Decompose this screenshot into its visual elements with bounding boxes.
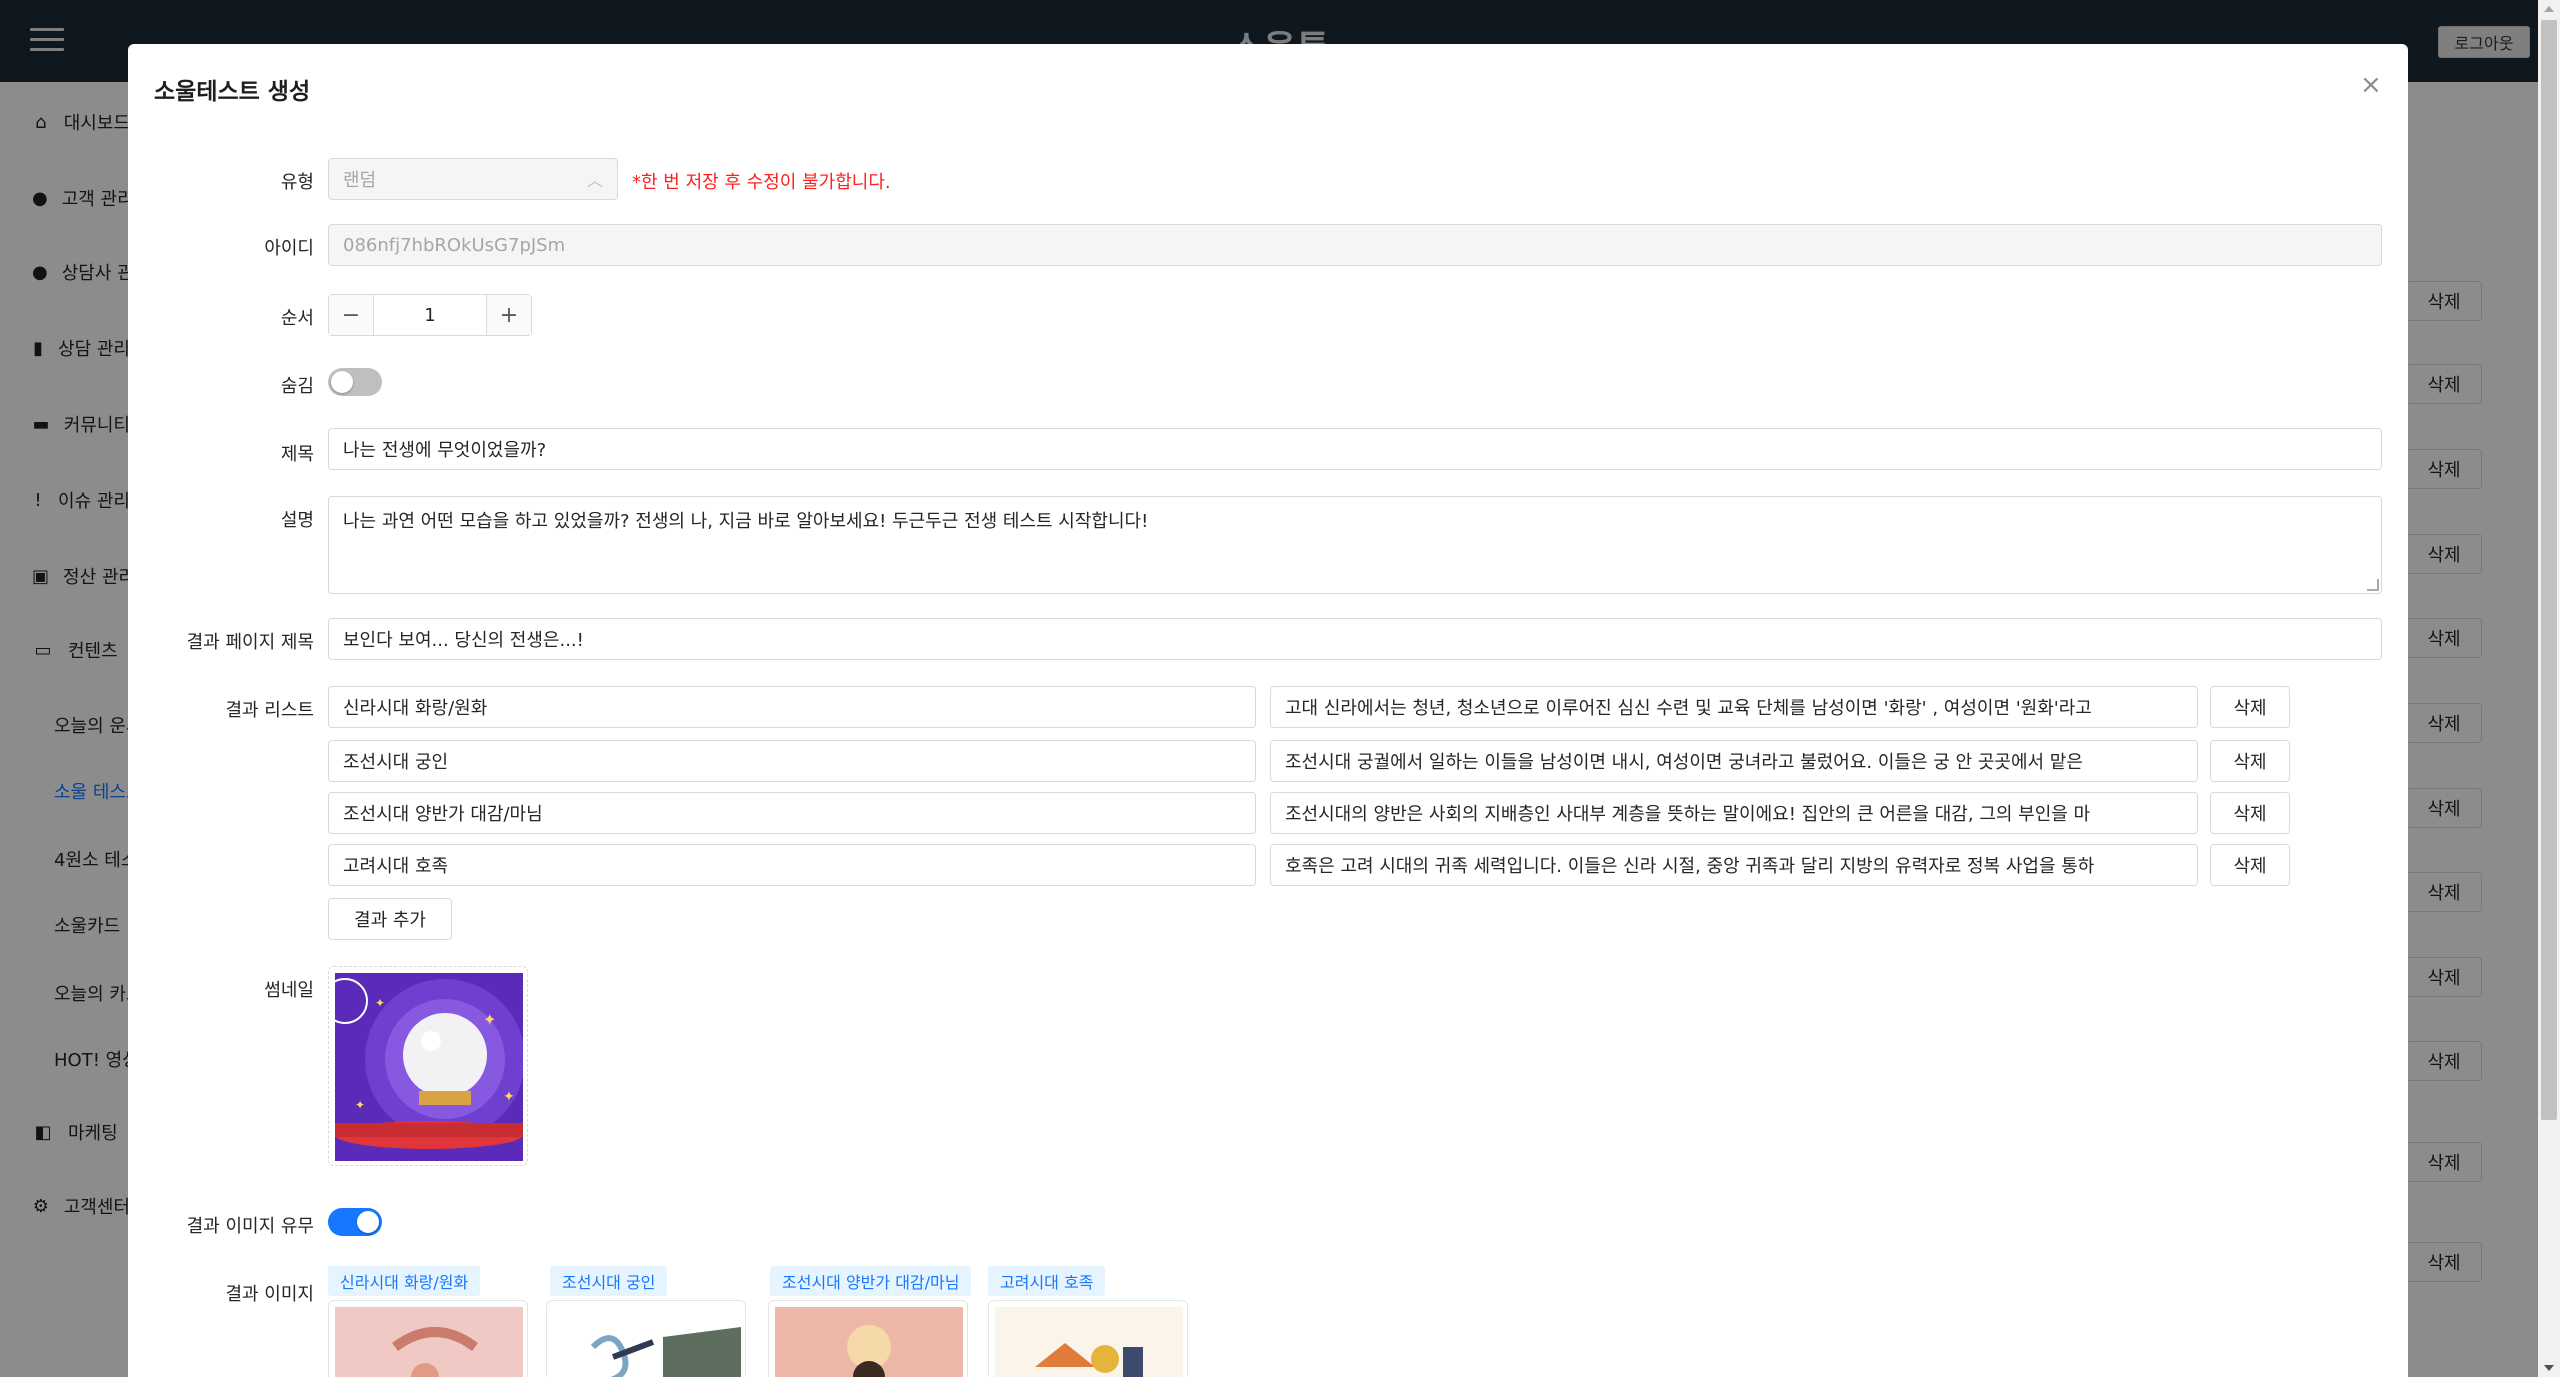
title-label: 제목 — [280, 444, 314, 465]
result-list-label: 결과 리스트 — [225, 700, 314, 721]
result-name-field[interactable]: 조선시대 궁인 — [328, 740, 1256, 782]
result-image-tag: 신라시대 화랑/원화 — [328, 1266, 481, 1296]
result-delete-button[interactable]: 삭제 — [2210, 844, 2290, 886]
result-image-card[interactable] — [988, 1300, 1188, 1377]
scroll-down-icon[interactable] — [2544, 1365, 2554, 1371]
result-name-field[interactable]: 조선시대 양반가 대감/마님 — [328, 792, 1256, 834]
result-desc-field[interactable]: 조선시대 궁궐에서 일하는 이들을 남성이면 내시, 여성이면 궁녀라고 불렀어… — [1270, 740, 2198, 782]
result-images-label: 결과 이미지 — [225, 1284, 314, 1305]
svg-text:✦: ✦ — [503, 1089, 515, 1105]
page-scrollbar[interactable] — [2538, 0, 2560, 1377]
result-image — [995, 1307, 1183, 1377]
close-icon[interactable]: × — [2360, 70, 2382, 100]
result-image — [553, 1307, 741, 1377]
result-delete-button[interactable]: 삭제 — [2210, 686, 2290, 728]
order-value[interactable]: 1 — [373, 295, 487, 335]
result-desc-field[interactable]: 호족은 고려 시대의 귀족 세력입니다. 이들은 신라 시절, 중앙 귀족과 달… — [1270, 844, 2198, 886]
chevron-up-icon: ︿ — [586, 171, 603, 190]
hidden-toggle[interactable] — [328, 368, 382, 396]
minus-icon[interactable]: − — [329, 295, 373, 335]
result-delete-button[interactable]: 삭제 — [2210, 792, 2290, 834]
svg-text:✦: ✦ — [355, 1098, 365, 1112]
order-stepper: − 1 + — [328, 294, 532, 336]
result-image-card[interactable] — [768, 1300, 968, 1377]
result-image-tag: 조선시대 궁인 — [550, 1266, 668, 1296]
result-name-field[interactable]: 고려시대 호족 — [328, 844, 1256, 886]
type-select-value: 랜덤 — [343, 170, 377, 191]
result-image-toggle-label: 결과 이미지 유무 — [186, 1216, 314, 1237]
result-image-tag: 조선시대 양반가 대감/마님 — [770, 1266, 972, 1296]
result-image-card[interactable] — [328, 1300, 528, 1377]
create-soul-test-modal: 소울테스트 생성 × 유형 랜덤 ︿ *한 번 저장 후 수정이 불가합니다. … — [128, 44, 2408, 1377]
thumbnail-upload[interactable]: ✦ ✦ ✦ ✦ — [322, 966, 528, 1166]
id-field[interactable]: 086nfj7hbROkUsG7pJSm — [328, 224, 2382, 266]
result-desc-field[interactable]: 고대 신라에서는 청년, 청소년으로 이루어진 심신 수련 및 교육 단체를 남… — [1270, 686, 2198, 728]
type-label: 유형 — [280, 172, 314, 193]
crystal-ball-image: ✦ ✦ ✦ ✦ — [322, 973, 525, 1161]
result-image-card[interactable] — [546, 1300, 746, 1377]
result-image — [775, 1307, 963, 1377]
result-name-field[interactable]: 신라시대 화랑/원화 — [328, 686, 1256, 728]
type-warning: *한 번 저장 후 수정이 불가합니다. — [632, 172, 891, 193]
result-desc-field[interactable]: 조선시대의 양반은 사회의 지배층인 사대부 계층을 뜻하는 말이에요! 집안의… — [1270, 792, 2198, 834]
description-text: 나는 과연 어떤 모습을 하고 있었을까? 전생의 나, 지금 바로 알아보세요… — [343, 511, 1149, 532]
result-image-toggle[interactable] — [328, 1208, 382, 1236]
result-title-field[interactable]: 보인다 보여... 당신의 전생은...! — [328, 618, 2382, 660]
result-image — [335, 1307, 523, 1377]
result-delete-button[interactable]: 삭제 — [2210, 740, 2290, 782]
order-label: 순서 — [280, 308, 314, 329]
plus-icon[interactable]: + — [487, 295, 531, 335]
scroll-up-icon[interactable] — [2544, 6, 2554, 12]
add-result-button[interactable]: 결과 추가 — [328, 898, 452, 940]
svg-text:✦: ✦ — [375, 996, 385, 1010]
title-field[interactable]: 나는 전생에 무엇이었을까? — [328, 428, 2382, 470]
description-textarea[interactable]: 나는 과연 어떤 모습을 하고 있었을까? 전생의 나, 지금 바로 알아보세요… — [328, 496, 2382, 594]
thumbnail-label: 썸네일 — [264, 980, 314, 1001]
result-image-tag: 고려시대 호족 — [988, 1266, 1106, 1296]
modal-title: 소울테스트 생성 — [154, 79, 311, 105]
type-select[interactable]: 랜덤 ︿ — [328, 158, 618, 200]
svg-text:✦: ✦ — [483, 1010, 496, 1029]
hidden-label: 숨김 — [280, 376, 314, 397]
scrollbar-thumb[interactable] — [2541, 20, 2557, 1120]
description-label: 설명 — [280, 510, 314, 531]
resize-handle-icon[interactable] — [2367, 579, 2379, 591]
result-title-label: 결과 페이지 제목 — [186, 632, 314, 653]
id-label: 아이디 — [264, 238, 314, 259]
